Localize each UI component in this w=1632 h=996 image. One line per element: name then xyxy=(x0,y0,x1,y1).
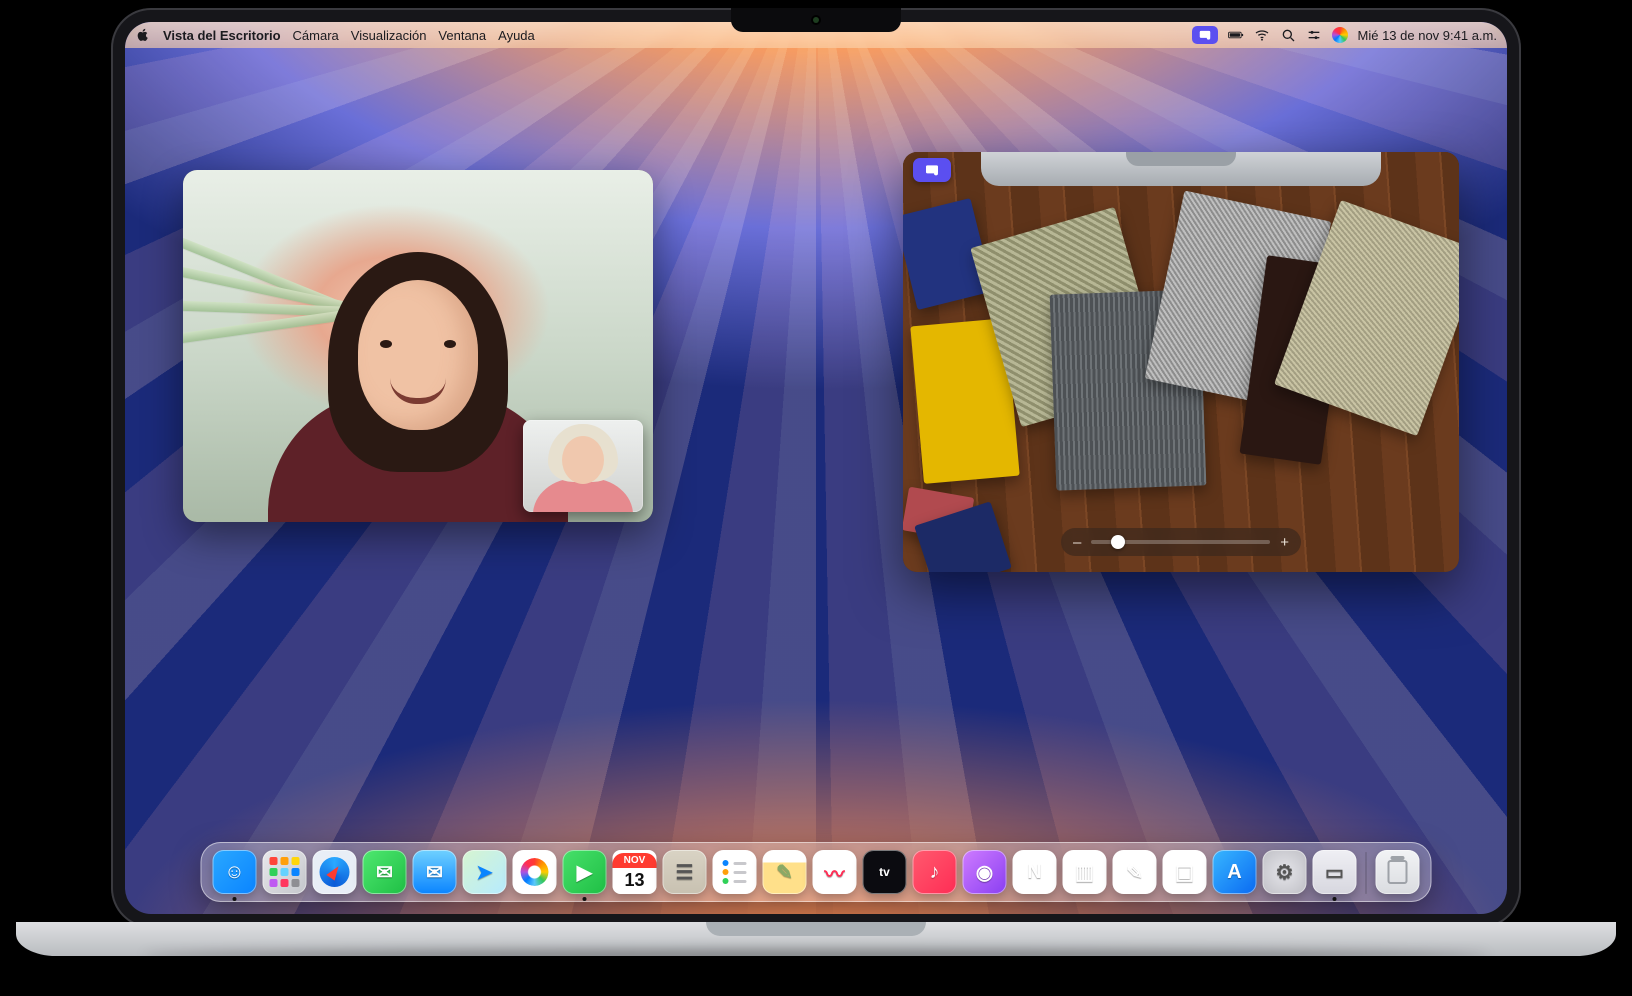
calendar-month: NOV xyxy=(613,853,657,868)
dock-keynote-app[interactable]: ▣ xyxy=(1163,850,1207,894)
zoom-in-button[interactable]: + xyxy=(1280,535,1289,550)
zoom-track[interactable] xyxy=(1091,540,1270,544)
dock-separator xyxy=(1366,852,1367,894)
zoom-out-button[interactable]: – xyxy=(1073,535,1081,550)
dock-mail[interactable]: ✉ xyxy=(413,850,457,894)
dock-freeform[interactable]: 〰 xyxy=(813,850,857,894)
dock-pages[interactable]: ✎ xyxy=(1113,850,1157,894)
running-indicator xyxy=(583,897,587,901)
dock-numbers[interactable]: ▥ xyxy=(1063,850,1107,894)
apple-menu-icon[interactable] xyxy=(135,27,151,43)
dock-trash[interactable] xyxy=(1376,850,1420,894)
wifi-icon[interactable] xyxy=(1254,27,1270,43)
dock-podcasts[interactable]: ◉ xyxy=(963,850,1007,894)
macos-desktop[interactable]: Vista del Escritorio Cámara Visualizació… xyxy=(125,22,1507,914)
control-center-icon[interactable] xyxy=(1306,27,1322,43)
dock-photos[interactable] xyxy=(513,850,557,894)
dock-finder[interactable]: ☺ xyxy=(213,850,257,894)
dock-appstore[interactable]: A xyxy=(1213,850,1257,894)
dock-safari[interactable] xyxy=(313,850,357,894)
desk-view-zoom-slider[interactable]: – + xyxy=(1061,528,1301,556)
dock-maps[interactable]: ➤ xyxy=(463,850,507,894)
facetime-window[interactable] xyxy=(183,170,653,522)
menu-help[interactable]: Ayuda xyxy=(498,28,535,43)
siri-icon[interactable] xyxy=(1332,27,1348,43)
desk-view-window[interactable]: – + xyxy=(903,152,1459,572)
dock-notes[interactable]: ✎ xyxy=(763,850,807,894)
dock-calendar[interactable]: NOV13 xyxy=(613,850,657,894)
menu-bar-clock[interactable]: Mié 13 de nov 9:41 a.m. xyxy=(1358,28,1497,43)
laptop-edge-in-view xyxy=(981,152,1381,186)
running-indicator xyxy=(1333,897,1337,901)
running-indicator xyxy=(233,897,237,901)
dock-news[interactable]: N xyxy=(1013,850,1057,894)
dock-tv[interactable]: tv xyxy=(863,850,907,894)
dock-launchpad[interactable] xyxy=(263,850,307,894)
dock[interactable]: ☺✉✉➤▶NOV13☰✎〰tv♪◉N▥✎▣A⚙▭ xyxy=(201,842,1432,902)
menu-camera[interactable]: Cámara xyxy=(293,28,339,43)
dock-deskview-app[interactable]: ▭ xyxy=(1313,850,1357,894)
zoom-thumb[interactable] xyxy=(1111,535,1125,549)
app-menu[interactable]: Vista del Escritorio xyxy=(163,28,281,43)
dock-facetime-app[interactable]: ▶ xyxy=(563,850,607,894)
desk-view-status-icon[interactable] xyxy=(1192,26,1218,44)
dock-music[interactable]: ♪ xyxy=(913,850,957,894)
macbook-frame: Vista del Escritorio Cámara Visualizació… xyxy=(66,8,1566,988)
menu-window[interactable]: Ventana xyxy=(438,28,486,43)
battery-icon[interactable] xyxy=(1228,27,1244,43)
menu-view[interactable]: Visualización xyxy=(351,28,427,43)
calendar-day: 13 xyxy=(624,868,644,891)
facetime-self-view[interactable] xyxy=(523,420,643,512)
dock-reminders[interactable] xyxy=(713,850,757,894)
screen-bezel: Vista del Escritorio Cámara Visualizació… xyxy=(111,8,1521,928)
local-participant xyxy=(537,420,629,512)
remote-participant xyxy=(288,232,548,522)
spotlight-icon[interactable] xyxy=(1280,27,1296,43)
dock-contacts[interactable]: ☰ xyxy=(663,850,707,894)
desk-view-share-button[interactable] xyxy=(913,158,951,182)
dock-messages[interactable]: ✉ xyxy=(363,850,407,894)
dock-settings[interactable]: ⚙ xyxy=(1263,850,1307,894)
display-notch xyxy=(731,8,901,32)
macbook-base xyxy=(16,922,1616,956)
